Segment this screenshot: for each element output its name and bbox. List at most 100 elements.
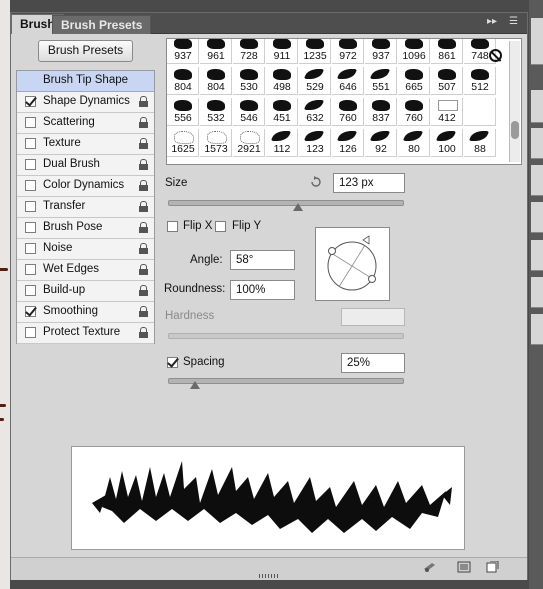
brush-preset-thumbnail[interactable]: 80 [398,129,430,157]
lock-icon[interactable] [139,222,148,233]
option-color-dynamics[interactable]: Color Dynamics [17,176,154,197]
brush-preset-thumbnail[interactable]: 507 [431,67,463,95]
option-shape-dynamics[interactable]: Shape Dynamics [17,92,154,113]
texture-checkbox[interactable] [25,138,36,149]
brush-preset-thumbnail[interactable]: 100 [431,129,463,157]
forbid-icon[interactable] [489,49,502,62]
dual-brush-checkbox[interactable] [25,159,36,170]
build-up-checkbox[interactable] [25,285,36,296]
brush-preset-thumbnail[interactable]: 972 [332,39,364,64]
size-slider[interactable] [168,200,404,206]
spacing-slider[interactable] [168,378,404,384]
brush-preset-thumbnail[interactable]: 451 [266,98,298,126]
option-build-up[interactable]: Build-up [17,281,154,302]
brush-preset-thumbnail[interactable]: 112 [266,129,298,157]
size-slider-thumb[interactable] [293,203,303,211]
brush-preset-thumbnail[interactable]: 551 [365,67,397,95]
brush-preset-thumbnail[interactable]: 1235 [299,39,331,64]
angle-field[interactable]: 58° [230,250,295,270]
option-protect-texture[interactable]: Protect Texture [17,323,154,344]
color-dynamics-checkbox[interactable] [25,180,36,191]
shape-dynamics-checkbox[interactable] [25,96,36,107]
option-transfer[interactable]: Transfer [17,197,154,218]
spacing-slider-thumb[interactable] [190,381,200,389]
brush-preset-thumbnail[interactable]: 123 [299,129,331,157]
brush-preset-thumbnail[interactable]: 760 [332,98,364,126]
brush-preset-thumbnail[interactable]: 937 [167,39,199,64]
presets-scrollbar[interactable] [509,41,520,162]
brush-preset-thumbnail[interactable]: 92 [365,129,397,157]
brush-preset-thumbnail[interactable]: 126 [332,129,364,157]
lock-icon[interactable] [139,180,148,191]
brush-preset-thumbnail[interactable]: 646 [332,67,364,95]
option-brush-pose[interactable]: Brush Pose [17,218,154,239]
brush-preset-thumbnail[interactable]: 804 [200,67,232,95]
brush-preset-thumbnail[interactable]: 760 [398,98,430,126]
brush-editor-icon[interactable] [457,561,471,573]
lock-icon[interactable] [139,96,148,107]
size-field[interactable]: 123 px [333,173,405,193]
brush-preset-thumbnail[interactable]: 2921 [233,129,265,157]
option-scattering[interactable]: Scattering [17,113,154,134]
brush-preset-thumbnail[interactable]: 728 [233,39,265,64]
brush-preset-thumbnail[interactable]: 512 [464,67,496,95]
brush-preset-thumbnail[interactable]: 632 [299,98,331,126]
option-texture[interactable]: Texture [17,134,154,155]
brush-pose-checkbox[interactable] [25,222,36,233]
panel-menu-icon[interactable]: ☰ [509,16,518,27]
lock-icon[interactable] [139,306,148,317]
lock-icon[interactable] [139,264,148,275]
lock-icon[interactable] [139,327,148,338]
brush-preset-thumbnail[interactable]: 837 [365,98,397,126]
transfer-checkbox[interactable] [25,201,36,212]
brush-preset-thumbnail[interactable]: 665 [398,67,430,95]
scattering-checkbox[interactable] [25,117,36,128]
brush-preset-thumbnail[interactable]: 529 [299,67,331,95]
toggle-live-tip-icon[interactable] [423,561,437,573]
lock-icon[interactable] [139,117,148,128]
spacing-checkbox[interactable] [167,357,178,368]
smoothing-checkbox[interactable] [25,306,36,317]
option-smoothing[interactable]: Smoothing [17,302,154,323]
brush-preset-thumbnail[interactable]: 1625 [167,129,199,157]
option-dual-brush[interactable]: Dual Brush [17,155,154,176]
brush-preset-thumbnail[interactable]: 530 [233,67,265,95]
brush-preset-thumbnail[interactable]: 911 [266,39,298,64]
reset-size-icon[interactable] [309,176,323,188]
brush-preset-thumbnail[interactable] [464,98,496,126]
protect-texture-checkbox[interactable] [25,327,36,338]
scrollbar-thumb[interactable] [511,121,519,139]
brush-preset-thumbnail[interactable]: 861 [431,39,463,64]
spacing-field[interactable]: 25% [341,353,405,373]
option-wet-edges[interactable]: Wet Edges [17,260,154,281]
angle-roundness-widget[interactable] [315,227,390,301]
tab-brush-presets[interactable]: Brush Presets [52,15,152,34]
brush-preset-thumbnail[interactable]: 1096 [398,39,430,64]
flip-y-checkbox[interactable] [215,221,226,232]
lock-icon[interactable] [139,159,148,170]
brush-presets-button[interactable]: Brush Presets [38,40,133,62]
brush-preset-thumbnail[interactable]: 498 [266,67,298,95]
roundness-field[interactable]: 100% [230,280,295,300]
collapse-panel-icon[interactable]: ▸▸ [487,16,497,27]
brush-preset-thumbnail[interactable]: 961 [200,39,232,64]
option-noise[interactable]: Noise [17,239,154,260]
brush-preset-thumbnail[interactable]: 556 [167,98,199,126]
panel-resize-grip[interactable] [259,574,279,578]
brush-preset-thumbnail[interactable]: 546 [233,98,265,126]
brush-preset-thumbnail[interactable]: 88 [464,129,496,157]
brush-preset-thumbnail[interactable]: 412 [431,98,463,126]
new-preset-icon[interactable] [485,560,499,573]
brush-preset-thumbnail[interactable]: 937 [365,39,397,64]
lock-icon[interactable] [139,201,148,212]
flip-x-checkbox[interactable] [167,221,178,232]
brush-preset-thumbnail[interactable]: 532 [200,98,232,126]
lock-icon[interactable] [139,285,148,296]
brush-preset-thumbnail[interactable]: 1573 [200,129,232,157]
brush-preset-thumbnail[interactable]: 804 [167,67,199,95]
lock-icon[interactable] [139,138,148,149]
noise-checkbox[interactable] [25,243,36,254]
wet-edges-checkbox[interactable] [25,264,36,275]
lock-icon[interactable] [139,243,148,254]
option-brush-tip-shape[interactable]: Brush Tip Shape [17,71,154,92]
